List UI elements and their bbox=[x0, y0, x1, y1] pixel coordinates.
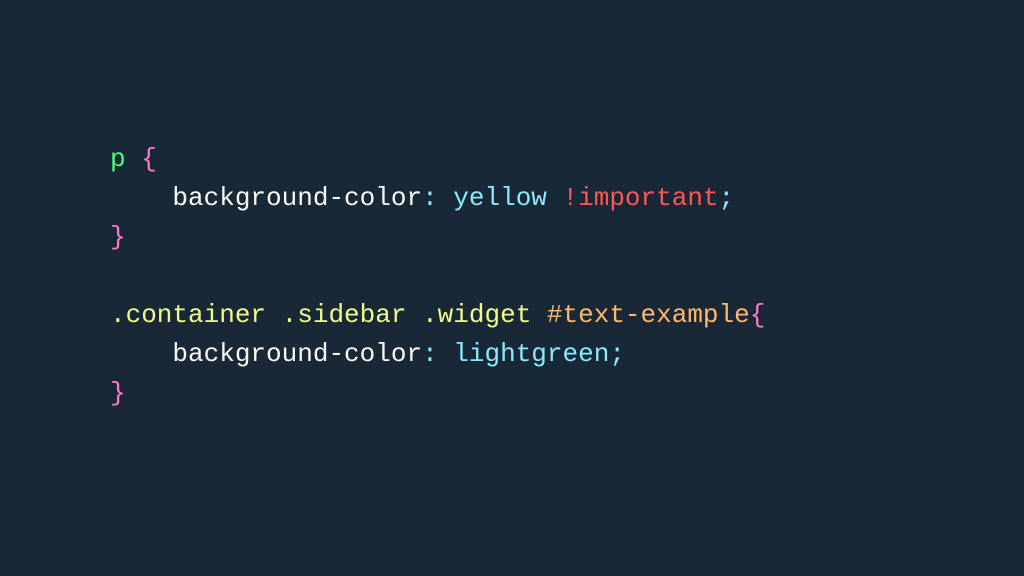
css-value: lightgreen bbox=[453, 339, 609, 369]
selector-id: #text-example bbox=[547, 300, 750, 330]
space bbox=[438, 339, 454, 369]
open-brace: { bbox=[126, 144, 157, 174]
colon: : bbox=[422, 183, 438, 213]
selector-class: .container bbox=[110, 300, 266, 330]
css-value: yellow bbox=[453, 183, 547, 213]
space bbox=[266, 300, 282, 330]
open-brace: { bbox=[750, 300, 766, 330]
space bbox=[547, 183, 563, 213]
css-property: background-color bbox=[172, 339, 422, 369]
close-brace: } bbox=[110, 378, 126, 408]
css-property: background-color bbox=[172, 183, 422, 213]
important-flag: !important bbox=[563, 183, 719, 213]
space bbox=[531, 300, 547, 330]
colon: : bbox=[422, 339, 438, 369]
selector-class: .widget bbox=[422, 300, 531, 330]
selector-class: .sidebar bbox=[282, 300, 407, 330]
space bbox=[438, 183, 454, 213]
selector-tag: p bbox=[110, 144, 126, 174]
close-brace: } bbox=[110, 222, 126, 252]
semicolon: ; bbox=[609, 339, 625, 369]
css-code-block: p { background-color: yellow !important;… bbox=[0, 0, 1024, 413]
semicolon: ; bbox=[719, 183, 735, 213]
indent bbox=[110, 183, 172, 213]
space bbox=[406, 300, 422, 330]
indent bbox=[110, 339, 172, 369]
